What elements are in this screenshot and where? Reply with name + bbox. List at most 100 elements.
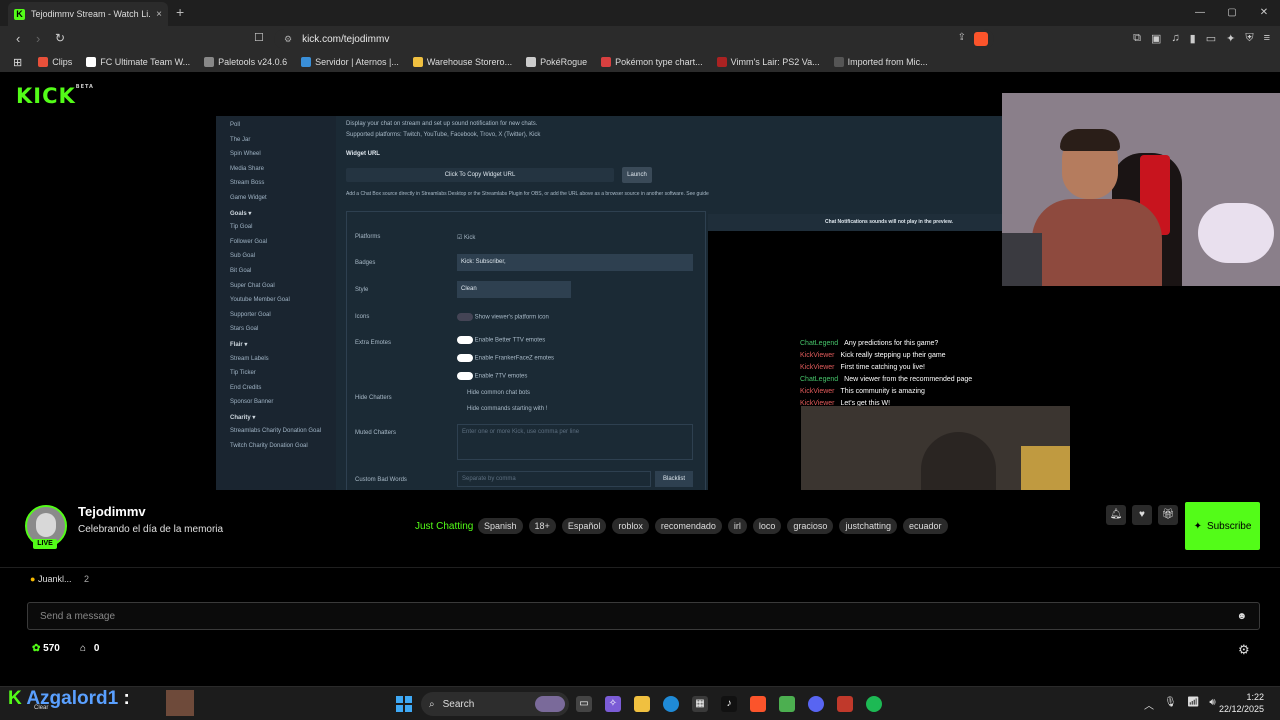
bookmark-favicon-icon (301, 57, 312, 67)
bookmark-item[interactable]: Imported from Mic... (833, 57, 928, 67)
stream-category[interactable]: Just Chatting (415, 521, 473, 532)
drops-counter[interactable]: ⌂ 0 (80, 643, 99, 654)
copilot-icon[interactable]: ✧ (605, 696, 621, 712)
stream-tag[interactable]: justchatting (839, 518, 897, 534)
stream-tag[interactable]: loco (752, 518, 782, 534)
share-icon[interactable]: ⇪ (958, 32, 966, 46)
subscribe-star-icon: ✦ (1193, 520, 1202, 532)
kick-favicon-icon: K (14, 8, 25, 20)
video-player[interactable]: Poll The Jar Spin Wheel Media Share Stream B… (216, 116, 1070, 490)
tab-close-icon[interactable]: × (156, 9, 162, 20)
stream-tag[interactable]: Español (561, 518, 607, 534)
new-tab-button[interactable]: + (176, 4, 184, 20)
video-sidebar-item: Bit Goal (230, 267, 252, 274)
video-sidebar-item: Stream Labels (230, 355, 269, 362)
chat-input-placeholder: Send a message (40, 610, 116, 622)
chat-overlay-name: K Azgalord1 : (8, 688, 130, 709)
site-info-icon[interactable]: ⚙ (284, 34, 292, 45)
subscribe-button[interactable]: ✦ Subscribe (1185, 502, 1260, 550)
tab-title: Tejodimmv Stream - Watch Li... (31, 9, 151, 19)
music-icon[interactable]: ♫ (1171, 32, 1179, 45)
bookmark-item[interactable]: Paletools v24.0.6 (204, 57, 287, 67)
search-icon: ⌕ (429, 698, 435, 710)
bookmark-item[interactable]: Pokémon type chart... (601, 57, 703, 67)
brave-shields-icon[interactable] (974, 32, 988, 46)
bookmark-icon[interactable]: ☐ (254, 31, 264, 44)
store-app-icon[interactable]: ▦ (692, 696, 708, 712)
url-text: kick.com/tejodimmv (302, 33, 390, 45)
tray-chevron-icon[interactable]: ︿ (1144, 697, 1154, 712)
bookmark-item[interactable]: Servidor | Aternos |... (301, 57, 399, 67)
minimize-icon[interactable]: — (1184, 0, 1216, 26)
kick-logo[interactable]: KICKBETA (16, 84, 94, 108)
game-launcher-icon[interactable] (837, 696, 853, 712)
file-explorer-icon[interactable] (634, 696, 650, 712)
reload-icon[interactable]: ↻ (55, 31, 65, 45)
pinned-gifter[interactable]: ● Juankl... 2 (30, 574, 89, 584)
close-window-icon[interactable]: ✕ (1248, 0, 1280, 26)
video-sidebar-item: Supporter Goal (230, 311, 271, 318)
divider (0, 567, 1280, 568)
task-view-icon[interactable]: ▭ (576, 696, 592, 712)
forward-icon[interactable]: › (36, 31, 40, 46)
stream-tag[interactable]: gracioso (787, 518, 834, 534)
bookmark-item[interactable]: FC Ultimate Team W... (86, 57, 190, 67)
back-icon[interactable]: ‹ (16, 31, 20, 46)
stream-tag[interactable]: irl (727, 518, 747, 534)
sidebar-icon[interactable]: ▮ (1190, 32, 1196, 45)
follow-heart-icon[interactable]: ♥ (1132, 505, 1152, 525)
video-sidebar-item: Super Chat Goal (230, 282, 275, 289)
clock[interactable]: 1:22 22/12/2025 (1219, 691, 1264, 715)
preview-chat-line: KickViewer First time catching you live! (800, 364, 925, 371)
screenshot-icon[interactable]: ▣ (1151, 32, 1161, 45)
extensions-icon[interactable]: ⧉ (1133, 32, 1141, 45)
stream-tag[interactable]: ecuador (902, 518, 948, 534)
apps-grid-icon[interactable]: ⊞ (13, 56, 22, 69)
bookmark-item[interactable]: PokéRogue (526, 57, 587, 67)
windows-start-icon[interactable] (396, 696, 412, 712)
bookmark-item[interactable]: Warehouse Storero... (412, 57, 512, 67)
wallet-icon[interactable]: ▭ (1206, 32, 1216, 45)
taskbar-search[interactable]: ⌕ Search (421, 692, 569, 716)
minecraft-icon[interactable] (779, 696, 795, 712)
stream-tag[interactable]: 18+ (528, 518, 556, 534)
menu-icon[interactable]: ≡ (1264, 32, 1270, 45)
stream-tag[interactable]: roblox (612, 518, 649, 534)
video-sidebar-item: Poll (230, 122, 241, 128)
ai-icon[interactable]: ✦ (1226, 32, 1235, 45)
gift-icon[interactable]: 🎁︎ (1158, 505, 1178, 525)
maximize-icon[interactable]: ▢ (1216, 0, 1248, 26)
bookmark-item[interactable]: Clips (38, 57, 72, 67)
video-sidebar-item: Charity ▾ (230, 414, 256, 421)
video-sidebar-item: Spin Wheel (230, 151, 261, 158)
bookmark-favicon-icon (86, 57, 97, 67)
browser-tab[interactable]: K Tejodimmv Stream - Watch Li... × (8, 2, 168, 26)
volume-icon[interactable]: 🔊︎ (1209, 697, 1215, 712)
bookmark-favicon-icon (412, 57, 423, 67)
chat-input[interactable]: Send a message ☻ (27, 602, 1260, 630)
video-sidebar-item: Stars Goal (230, 326, 259, 333)
chat-settings-icon[interactable]: ⚙ (1238, 642, 1250, 658)
spotify-icon[interactable] (866, 696, 882, 712)
discord-icon[interactable] (808, 696, 824, 712)
preview-chat-line: ChatLegend New viewer from the recommende… (800, 376, 973, 383)
brave-taskbar-icon[interactable] (750, 696, 766, 712)
emoji-icon[interactable]: ☻ (1236, 611, 1247, 622)
tiktok-icon[interactable]: ♪ (721, 696, 737, 712)
address-bar[interactable]: ⚙ kick.com/tejodimmv ⇪ (274, 29, 994, 49)
bookmark-item[interactable]: Vimm's Lair: PS2 Va... (716, 57, 820, 67)
video-sidebar-item: Goals ▾ (230, 210, 252, 217)
stream-tag[interactable]: recomendado (654, 518, 722, 534)
wifi-icon[interactable]: 📶︎ (1187, 697, 1200, 712)
microphone-icon[interactable]: 🎙︎ (1164, 697, 1177, 712)
video-sidebar-item: Twitch Charity Donation Goal (230, 443, 308, 450)
overlay-avatar (166, 690, 194, 716)
channel-points[interactable]: ✿ 570 (32, 643, 60, 654)
vpn-icon[interactable]: ⛨ (1245, 32, 1253, 45)
streamer-webcam (1002, 93, 1280, 286)
streamer-name[interactable]: Tejodimmv (78, 504, 146, 519)
notification-bell-icon[interactable]: 🔔︎ (1106, 505, 1126, 525)
video-sidebar-item: Follower Goal (230, 238, 268, 245)
stream-tag[interactable]: Spanish (478, 518, 523, 534)
edge-icon[interactable] (663, 696, 679, 712)
